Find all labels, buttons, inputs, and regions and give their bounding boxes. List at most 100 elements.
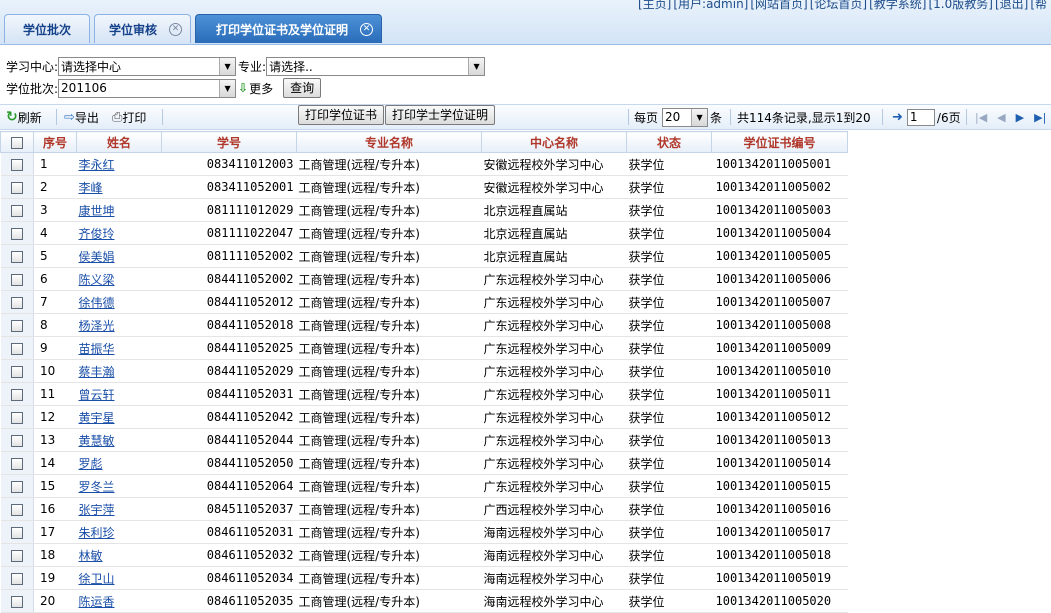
student-name-link[interactable]: 黄宇星 — [79, 411, 115, 425]
table-row[interactable]: 11 曾云轩 084411052031 工商管理(远程/专升本) 广东远程校外学习中心获… — [0, 382, 848, 406]
row-checkbox-cell[interactable] — [0, 175, 34, 199]
student-name-link[interactable]: 张宇萍 — [79, 503, 115, 517]
col-header-major[interactable]: 专业名称 — [296, 131, 482, 153]
checkbox-icon[interactable] — [10, 549, 23, 562]
tab-print-certificate[interactable]: 打印学位证书及学位证明 ✕ — [195, 14, 383, 43]
refresh-button[interactable]: ↻ 刷新 — [6, 108, 42, 126]
table-row[interactable]: 2 李峰 083411052001 工商管理(远程/专升本) 安徽远程校外学习中心 获学位… — [0, 175, 848, 199]
table-row[interactable]: 15 罗冬兰 084411052064 工商管理(远程/专升本) 广东远程校外学习中心获… — [0, 474, 848, 498]
table-row[interactable]: 10 蔡丰瀚 084411052029 工商管理(远程/专升本) 广东远程校外学习中心获… — [0, 359, 848, 383]
checkbox-icon[interactable] — [10, 480, 23, 493]
per-page-select[interactable]: 20 ▼ — [662, 107, 709, 127]
student-name-link[interactable]: 黄慧敏 — [79, 434, 115, 448]
table-row[interactable]: 4 齐俊玲 081111022047 工商管理(远程/专升本) 北京远程直属站 获学位 10… — [0, 221, 848, 245]
row-checkbox-cell[interactable] — [0, 198, 34, 222]
top-link[interactable]: [用户:admin] — [673, 0, 748, 11]
select-all-checkbox-cell[interactable] — [0, 131, 34, 153]
more-link[interactable]: 更多 — [249, 80, 273, 97]
checkbox-icon[interactable] — [10, 503, 23, 516]
row-checkbox-cell[interactable] — [0, 313, 34, 337]
table-row[interactable]: 16 张宇萍 084511052037 工商管理(远程/专升本) 广西远程校外学习中心获… — [0, 497, 848, 521]
table-row[interactable]: 8 杨泽光 084411052018 工商管理(远程/专升本) 广东远程校外学习中心 获学… — [0, 313, 848, 337]
student-name-link[interactable]: 曾云轩 — [79, 388, 115, 402]
student-name-link[interactable]: 李永红 — [79, 158, 115, 172]
top-link[interactable]: [退出] — [995, 0, 1028, 11]
close-icon[interactable]: ✕ — [169, 22, 183, 36]
row-checkbox-cell[interactable] — [0, 290, 34, 314]
tab-degree-batch[interactable]: 学位批次 — [4, 14, 91, 43]
table-row[interactable]: 12 黄宇星 084411052042 工商管理(远程/专升本) 广东远程校外学习中心获… — [0, 405, 848, 429]
table-row[interactable]: 3 康世坤 081111012029 工商管理(远程/专升本) 北京远程直属站 获学位 10… — [0, 198, 848, 222]
checkbox-icon[interactable] — [10, 365, 23, 378]
row-checkbox-cell[interactable] — [0, 589, 34, 613]
col-header-status[interactable]: 状态 — [626, 131, 712, 153]
top-link[interactable]: [主页] — [638, 0, 671, 11]
row-checkbox-cell[interactable] — [0, 382, 34, 406]
row-checkbox-cell[interactable] — [0, 244, 34, 268]
student-name-link[interactable]: 朱利珍 — [79, 526, 115, 540]
student-name-link[interactable]: 苗振华 — [79, 342, 115, 356]
top-link[interactable]: [网站首页] — [750, 0, 807, 11]
col-header-student-id[interactable]: 学号 — [161, 131, 297, 153]
checkbox-icon[interactable] — [10, 434, 23, 447]
table-row[interactable]: 5 侯美娟 081111052002 工商管理(远程/专升本) 北京远程直属站 获学位 10… — [0, 244, 848, 268]
student-name-link[interactable]: 罗彪 — [79, 457, 103, 471]
checkbox-icon[interactable] — [11, 136, 23, 149]
close-icon[interactable]: ✕ — [360, 22, 374, 36]
center-select[interactable]: 请选择中心 ▼ — [58, 56, 237, 76]
student-name-link[interactable]: 杨泽光 — [79, 319, 115, 333]
tab-degree-review[interactable]: 学位审核 ✕ — [94, 14, 192, 43]
table-row[interactable]: 18 林敏 084611052032 工商管理(远程/专升本) 海南远程校外学习中心 获学… — [0, 543, 848, 567]
checkbox-icon[interactable] — [10, 273, 23, 286]
print-proof-button[interactable]: 打印学士学位证明 — [385, 105, 496, 125]
go-arrow-icon[interactable]: ➜ — [892, 110, 903, 125]
row-checkbox-cell[interactable] — [0, 267, 34, 291]
row-checkbox-cell[interactable] — [0, 520, 34, 544]
row-checkbox-cell[interactable] — [0, 566, 34, 590]
col-header-name[interactable]: 姓名 — [76, 131, 162, 153]
row-checkbox-cell[interactable] — [0, 474, 34, 498]
col-header-center[interactable]: 中心名称 — [481, 131, 627, 153]
table-row[interactable]: 1 李永红 083411012003 工商管理(远程/专升本) 安徽远程校外学习中心 获学… — [0, 152, 848, 176]
row-checkbox-cell[interactable] — [0, 221, 34, 245]
col-header-no[interactable]: 序号 — [33, 131, 77, 153]
table-row[interactable]: 19 徐卫山 084611052034 工商管理(远程/专升本) 海南远程校外学习中心获… — [0, 566, 848, 590]
checkbox-icon[interactable] — [10, 204, 23, 217]
table-row[interactable]: 7 徐伟德 084411052012 工商管理(远程/专升本) 广东远程校外学习中心 获学… — [0, 290, 848, 314]
student-name-link[interactable]: 李峰 — [79, 181, 103, 195]
query-button[interactable]: 查询 — [283, 78, 322, 98]
student-name-link[interactable]: 侯美娟 — [79, 250, 115, 264]
top-link[interactable]: [1.0版教务] — [928, 0, 992, 11]
col-header-certificate-no[interactable]: 学位证书编号 — [711, 131, 848, 153]
student-name-link[interactable]: 罗冬兰 — [79, 480, 115, 494]
major-select[interactable]: 请选择.. ▼ — [266, 56, 486, 76]
checkbox-icon[interactable] — [10, 319, 23, 332]
checkbox-icon[interactable] — [10, 342, 23, 355]
page-number-input[interactable]: 1 — [906, 108, 935, 126]
row-checkbox-cell[interactable] — [0, 497, 34, 521]
checkbox-icon[interactable] — [10, 595, 23, 608]
table-row[interactable]: 14 罗彪 084411052050 工商管理(远程/专升本) 广东远程校外学习中心 获学… — [0, 451, 848, 475]
row-checkbox-cell[interactable] — [0, 405, 34, 429]
student-name-link[interactable]: 陈义梁 — [79, 273, 115, 287]
table-row[interactable]: 20 陈运香 084611052035 工商管理(远程/专升本) 海南远程校外学习中心获… — [0, 589, 848, 613]
table-row[interactable]: 17 朱利珍 084611052031 工商管理(远程/专升本) 海南远程校外学习中心获… — [0, 520, 848, 544]
checkbox-icon[interactable] — [10, 296, 23, 309]
table-row[interactable]: 13 黄慧敏 084411052044 工商管理(远程/专升本) 广东远程校外学习中心获… — [0, 428, 848, 452]
student-name-link[interactable]: 蔡丰瀚 — [79, 365, 115, 379]
student-name-link[interactable]: 徐卫山 — [79, 572, 115, 586]
checkbox-icon[interactable] — [10, 388, 23, 401]
checkbox-icon[interactable] — [10, 158, 23, 171]
first-page-icon[interactable]: |◀ — [975, 111, 987, 124]
checkbox-icon[interactable] — [10, 181, 23, 194]
table-row[interactable]: 9 苗振华 084411052025 工商管理(远程/专升本) 广东远程校外学习中心 获学… — [0, 336, 848, 360]
checkbox-icon[interactable] — [10, 411, 23, 424]
checkbox-icon[interactable] — [10, 526, 23, 539]
prev-page-icon[interactable]: ◀ — [997, 111, 1005, 124]
table-row[interactable]: 6 陈义梁 084411052002 工商管理(远程/专升本) 广东远程校外学习中心 获学… — [0, 267, 848, 291]
last-page-icon[interactable]: ▶| — [1034, 111, 1046, 124]
next-page-icon[interactable]: ▶ — [1016, 111, 1024, 124]
student-name-link[interactable]: 康世坤 — [79, 204, 115, 218]
export-button[interactable]: ⇨ 导出 — [64, 108, 99, 126]
row-checkbox-cell[interactable] — [0, 152, 34, 176]
